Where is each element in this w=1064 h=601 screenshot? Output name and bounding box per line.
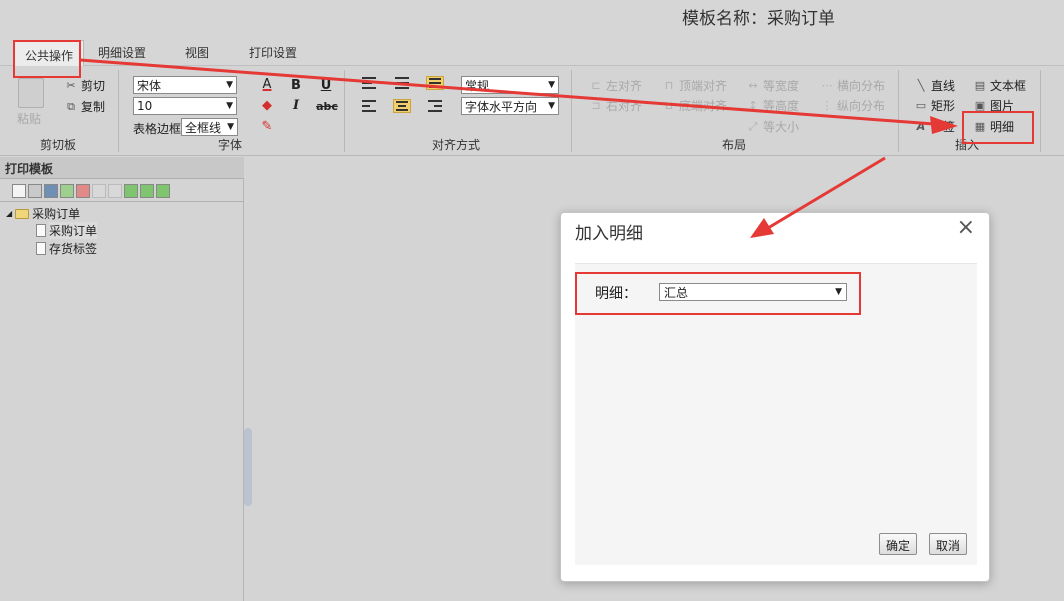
- arrowhead-icon: [930, 116, 958, 134]
- annotation-arrows: [79, 58, 958, 238]
- annotation-arrow: [767, 156, 886, 230]
- annotation-arrow: [79, 58, 935, 126]
